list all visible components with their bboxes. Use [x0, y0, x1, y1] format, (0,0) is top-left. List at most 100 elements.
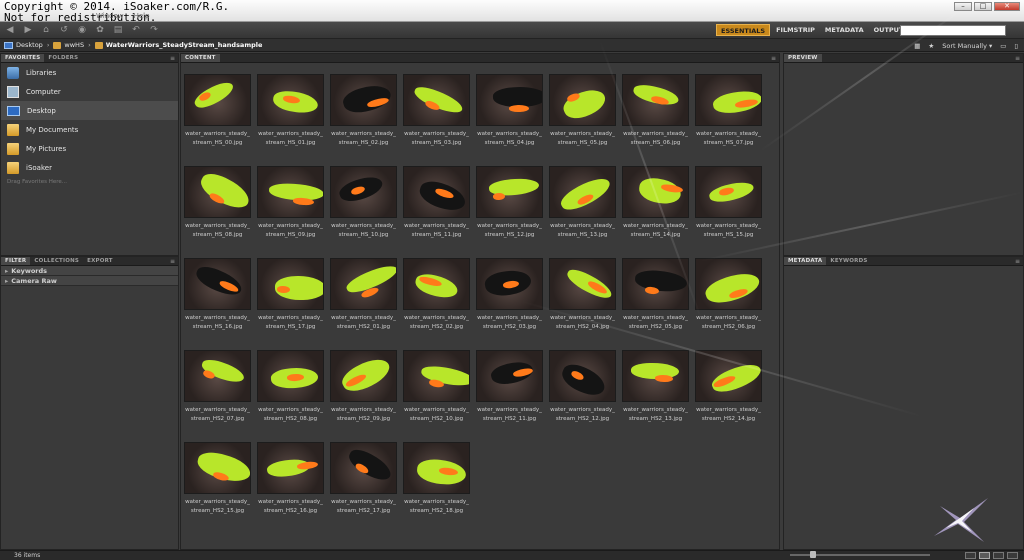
panel-menu-icon[interactable]: ≡ — [771, 54, 776, 63]
workspace-filmstrip[interactable]: FILMSTRIP — [772, 24, 819, 36]
tab-metadata[interactable]: METADATA — [784, 257, 827, 265]
crumb-wwhs[interactable]: wwHS — [53, 41, 84, 49]
thumbnail-cell[interactable]: water_warriors_steady_ stream_HS2_12.jpg — [549, 350, 616, 422]
filter-camera-raw[interactable]: ▸ Camera Raw — [1, 276, 178, 286]
thumbnail-image[interactable] — [622, 350, 689, 402]
thumbnail-image[interactable] — [184, 258, 251, 310]
open-icon[interactable]: ▤ — [112, 25, 124, 35]
thumbnail-image[interactable] — [330, 442, 397, 494]
slider-handle[interactable] — [810, 551, 816, 558]
thumbnail-cell[interactable]: water_warriors_steady_ stream_HS2_01.jpg — [330, 258, 397, 330]
thumbnail-cell[interactable]: water_warriors_steady_ stream_HS_02.jpg — [330, 74, 397, 146]
thumbnail-quality-icon[interactable]: ▦ — [914, 42, 920, 50]
thumbnail-cell[interactable]: water_warriors_steady_ stream_HS2_18.jpg — [403, 442, 470, 514]
thumbnail-image[interactable] — [695, 350, 762, 402]
thumbnail-cell[interactable]: water_warriors_steady_ stream_HS_16.jpg — [184, 258, 251, 330]
thumbnail-image[interactable] — [403, 74, 470, 126]
thumbnail-cell[interactable]: water_warriors_steady_ stream_HS_17.jpg — [257, 258, 324, 330]
thumbnail-image[interactable] — [184, 350, 251, 402]
favorite-isoaker[interactable]: iSoaker — [1, 158, 178, 177]
thumbnail-cell[interactable]: water_warriors_steady_ stream_HS2_10.jpg — [403, 350, 470, 422]
thumbnail-cell[interactable]: water_warriors_steady_ stream_HS_13.jpg — [549, 166, 616, 238]
thumbnail-cell[interactable]: water_warriors_steady_ stream_HS_06.jpg — [622, 74, 689, 146]
camera-icon[interactable]: ◉ — [76, 25, 88, 35]
maximize-button[interactable]: □ — [974, 2, 992, 11]
thumbnail-image[interactable] — [549, 350, 616, 402]
thumbnail-image[interactable] — [403, 258, 470, 310]
thumbnail-cell[interactable]: water_warriors_steady_ stream_HS2_04.jpg — [549, 258, 616, 330]
tab-preview[interactable]: PREVIEW — [784, 54, 822, 62]
tab-collections[interactable]: COLLECTIONS — [30, 257, 83, 265]
recent-folder-icon[interactable]: ⌂ — [40, 25, 52, 35]
thumbnail-cell[interactable]: water_warriors_steady_ stream_HS_04.jpg — [476, 74, 543, 146]
thumbnail-image[interactable] — [695, 258, 762, 310]
thumbnail-image[interactable] — [330, 166, 397, 218]
menu-help[interactable]: Help — [134, 12, 150, 20]
crumb-current-folder[interactable]: WaterWarriors_SteadyStream_handsample — [94, 41, 262, 49]
thumbnail-image[interactable] — [403, 442, 470, 494]
thumbnail-cell[interactable]: water_warriors_steady_ stream_HS_11.jpg — [403, 166, 470, 238]
thumbnail-image[interactable] — [695, 74, 762, 126]
thumbnail-cell[interactable]: water_warriors_steady_ stream_HS_08.jpg — [184, 166, 251, 238]
thumbnail-cell[interactable]: water_warriors_steady_ stream_HS_14.jpg — [622, 166, 689, 238]
rotate-left-icon[interactable]: ↶ — [130, 25, 142, 35]
panel-menu-icon[interactable]: ≡ — [170, 257, 175, 266]
thumbnail-cell[interactable]: water_warriors_steady_ stream_HS2_03.jpg — [476, 258, 543, 330]
thumbnail-view-icon[interactable] — [979, 552, 990, 559]
thumbnail-image[interactable] — [330, 350, 397, 402]
refine-icon[interactable]: ✿ — [94, 25, 106, 35]
search-input[interactable] — [900, 25, 1006, 36]
thumbnail-cell[interactable]: water_warriors_steady_ stream_HS2_13.jpg — [622, 350, 689, 422]
thumbnail-cell[interactable]: water_warriors_steady_ stream_HS_07.jpg — [695, 74, 762, 146]
thumbnail-cell[interactable]: water_warriors_steady_ stream_HS_15.jpg — [695, 166, 762, 238]
thumbnail-image[interactable] — [330, 258, 397, 310]
list-view-icon[interactable] — [1007, 552, 1018, 559]
thumbnail-image[interactable] — [622, 74, 689, 126]
thumbnail-image[interactable] — [257, 258, 324, 310]
thumbnail-cell[interactable]: water_warriors_steady_ stream_HS2_14.jpg — [695, 350, 762, 422]
star-filter-icon[interactable]: ★ — [928, 42, 934, 50]
thumbnail-cell[interactable]: water_warriors_steady_ stream_HS2_02.jpg — [403, 258, 470, 330]
thumbnail-image[interactable] — [476, 258, 543, 310]
thumbnail-cell[interactable]: water_warriors_steady_ stream_HS2_17.jpg — [330, 442, 397, 514]
thumbnail-cell[interactable]: water_warriors_steady_ stream_HS_00.jpg — [184, 74, 251, 146]
tab-content[interactable]: CONTENT — [181, 54, 220, 62]
filter-keywords[interactable]: ▸ Keywords — [1, 266, 178, 276]
thumbnail-image[interactable] — [476, 74, 543, 126]
panel-menu-icon[interactable]: ≡ — [170, 54, 175, 63]
close-button[interactable]: ✕ — [994, 2, 1020, 11]
thumbnail-image[interactable] — [622, 166, 689, 218]
thumbnail-cell[interactable]: water_warriors_steady_ stream_HS2_15.jpg — [184, 442, 251, 514]
thumbnail-cell[interactable]: water_warriors_steady_ stream_HS_12.jpg — [476, 166, 543, 238]
thumbnail-image[interactable] — [403, 350, 470, 402]
favorite-my-documents[interactable]: My Documents — [1, 120, 178, 139]
thumbnail-image[interactable] — [403, 166, 470, 218]
thumbnail-cell[interactable]: water_warriors_steady_ stream_HS_05.jpg — [549, 74, 616, 146]
thumbnail-image[interactable] — [184, 166, 251, 218]
grid-view-icon[interactable] — [965, 552, 976, 559]
favorite-computer[interactable]: Computer — [1, 82, 178, 101]
crumb-desktop[interactable]: Desktop — [4, 41, 43, 49]
thumbnail-cell[interactable]: water_warriors_steady_ stream_HS_10.jpg — [330, 166, 397, 238]
thumbnail-cell[interactable]: water_warriors_steady_ stream_HS2_05.jpg — [622, 258, 689, 330]
tab-filter[interactable]: FILTER — [1, 257, 31, 265]
thumbnail-cell[interactable]: water_warriors_steady_ stream_HS2_11.jpg — [476, 350, 543, 422]
new-folder-icon[interactable]: ▭ — [1000, 42, 1006, 50]
thumbnail-cell[interactable]: water_warriors_steady_ stream_HS_03.jpg — [403, 74, 470, 146]
thumbnail-cell[interactable]: water_warriors_steady_ stream_HS2_08.jpg — [257, 350, 324, 422]
return-icon[interactable]: ↺ — [58, 25, 70, 35]
thumbnail-cell[interactable]: water_warriors_steady_ stream_HS2_07.jpg — [184, 350, 251, 422]
thumbnail-image[interactable] — [184, 442, 251, 494]
panel-menu-icon[interactable]: ≡ — [1015, 54, 1020, 63]
tab-favorites[interactable]: FAVORITES — [1, 54, 45, 62]
thumbnail-image[interactable] — [476, 350, 543, 402]
tab-export[interactable]: EXPORT — [83, 257, 117, 265]
thumbnail-cell[interactable]: water_warriors_steady_ stream_HS_01.jpg — [257, 74, 324, 146]
thumbnail-image[interactable] — [257, 350, 324, 402]
favorite-libraries[interactable]: Libraries — [1, 63, 178, 82]
thumbnail-image[interactable] — [622, 258, 689, 310]
thumbnail-image[interactable] — [549, 166, 616, 218]
thumbnail-cell[interactable]: water_warriors_steady_ stream_HS2_09.jpg — [330, 350, 397, 422]
tab-folders[interactable]: FOLDERS — [44, 54, 82, 62]
thumbnail-image[interactable] — [257, 442, 324, 494]
